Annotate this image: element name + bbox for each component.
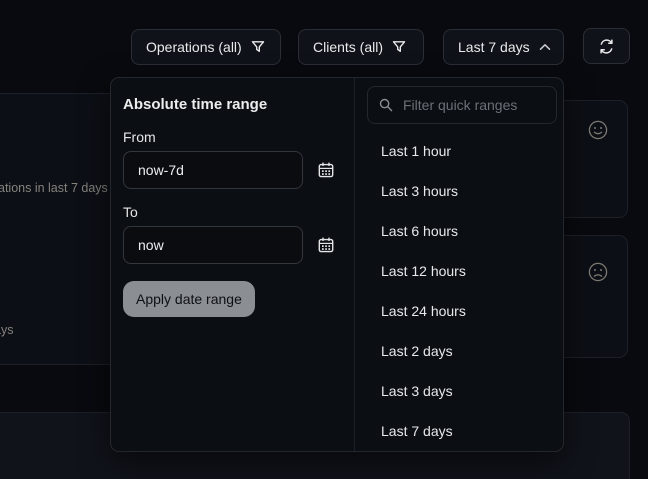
from-calendar-button[interactable] (316, 160, 336, 180)
quick-range-option[interactable]: Last 3 hours (367, 171, 557, 211)
from-input[interactable] (123, 151, 303, 189)
from-input-row (123, 151, 342, 189)
to-calendar-button[interactable] (316, 235, 336, 255)
quick-range-option[interactable]: Last 24 hours (367, 291, 557, 331)
to-label: To (123, 204, 342, 220)
quick-range-option[interactable]: Last 2 days (367, 331, 557, 371)
smiley-face-icon (587, 119, 609, 141)
search-icon (379, 98, 393, 112)
refresh-icon (598, 38, 615, 55)
quick-range-option[interactable]: Last 1 hour (367, 131, 557, 171)
clients-filter-label: Clients (all) (313, 39, 383, 55)
chevron-up-icon (539, 43, 551, 51)
refresh-button[interactable] (583, 28, 630, 64)
quick-ranges-section: Last 1 hourLast 3 hoursLast 6 hoursLast … (355, 78, 565, 451)
time-range-picker-panel: Absolute time range From (110, 77, 564, 452)
time-range-label: Last 7 days (458, 39, 530, 55)
quick-range-option[interactable]: Last 12 hours (367, 251, 557, 291)
card-subtitle-partial: ations in last 7 days (0, 181, 108, 195)
quick-ranges-list: Last 1 hourLast 3 hoursLast 6 hoursLast … (367, 131, 557, 451)
quick-ranges-filter-input[interactable] (401, 96, 545, 114)
card-subtitle-partial-2: ays (0, 323, 13, 337)
calendar-icon (317, 236, 335, 254)
quick-ranges-search[interactable] (367, 86, 557, 124)
operations-filter-button[interactable]: Operations (all) (131, 29, 281, 65)
to-input[interactable] (123, 226, 303, 264)
dashboard-screen: ations in last 7 days ays Operations (al… (0, 0, 648, 479)
quick-range-option[interactable]: Last 3 days (367, 371, 557, 411)
time-range-dropdown-button[interactable]: Last 7 days (443, 29, 564, 65)
quick-range-option[interactable]: Last 6 hours (367, 211, 557, 251)
absolute-time-range-section: Absolute time range From (111, 78, 355, 451)
from-label: From (123, 129, 342, 145)
frowning-face-icon (587, 261, 609, 283)
funnel-icon (392, 40, 406, 54)
quick-range-option[interactable]: Last 7 days (367, 411, 557, 451)
apply-date-range-button[interactable]: Apply date range (123, 281, 255, 317)
to-input-row (123, 226, 342, 264)
operations-filter-label: Operations (all) (146, 39, 242, 55)
clients-filter-button[interactable]: Clients (all) (298, 29, 424, 65)
funnel-icon (251, 40, 265, 54)
calendar-icon (317, 161, 335, 179)
panel-title: Absolute time range (123, 96, 342, 114)
